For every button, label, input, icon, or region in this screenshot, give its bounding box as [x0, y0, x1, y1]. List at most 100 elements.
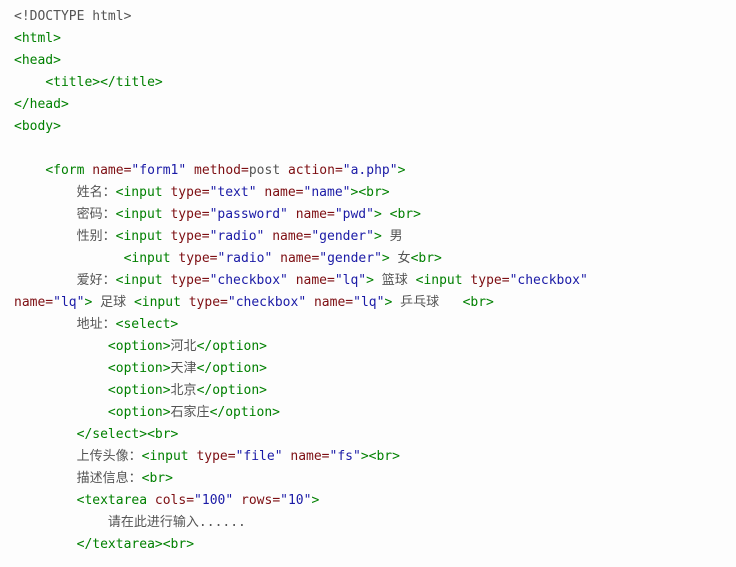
attr-method: method=	[194, 163, 249, 178]
br-tag: <br>	[147, 427, 178, 442]
label-name: 姓名：	[77, 185, 116, 200]
attr-val: "name"	[304, 185, 351, 200]
attr-name: name=	[280, 251, 319, 266]
code-block: <!DOCTYPE html> <html> <head> <title></t…	[14, 6, 722, 556]
attr-val: "checkbox"	[228, 295, 306, 310]
title-close: </title>	[100, 75, 163, 90]
tag-close: >	[311, 493, 319, 508]
textarea-open: <textarea	[77, 493, 147, 508]
attr-type: type=	[178, 251, 217, 266]
attr-action: action=	[288, 163, 343, 178]
input-tag: <input	[124, 251, 171, 266]
attr-val: "lq"	[353, 295, 384, 310]
option-open: <option>	[108, 361, 171, 376]
input-tag: <input	[134, 295, 181, 310]
input-tag: <input	[416, 273, 463, 288]
attr-val: "radio"	[210, 229, 265, 244]
label-hobby: 爱好：	[77, 273, 116, 288]
attr-val: "checkbox"	[210, 273, 288, 288]
label-gender: 性别：	[77, 229, 116, 244]
attr-type: type=	[170, 229, 209, 244]
tag-close: >	[374, 229, 382, 244]
input-tag: <input	[116, 273, 163, 288]
select-open: <select>	[116, 317, 179, 332]
attr-val: "a.php"	[343, 163, 398, 178]
attr-val: "password"	[210, 207, 288, 222]
head-open: <head>	[14, 53, 61, 68]
attr-cols: cols=	[155, 493, 194, 508]
text-male: 男	[382, 229, 403, 244]
attr-val: "file"	[236, 449, 283, 464]
option-beijing: 北京	[171, 383, 197, 398]
html-open: <html>	[14, 31, 61, 46]
textarea-close: </textarea>	[77, 537, 163, 552]
attr-type: type=	[189, 295, 228, 310]
attr-type: type=	[196, 449, 235, 464]
head-close: </head>	[14, 97, 69, 112]
option-hebei: 河北	[171, 339, 197, 354]
attr-type: type=	[470, 273, 509, 288]
label-desc: 描述信息：	[77, 471, 142, 486]
title-open: <title>	[45, 75, 100, 90]
attr-val: "text"	[210, 185, 257, 200]
tag-close: >	[382, 251, 390, 266]
option-open: <option>	[108, 339, 171, 354]
attr-rows: rows=	[241, 493, 280, 508]
attr-name: name=	[92, 163, 131, 178]
form-open-close: >	[398, 163, 406, 178]
attr-val-bare: post	[249, 163, 280, 178]
br-tag: <br>	[142, 471, 173, 486]
attr-val: "radio"	[218, 251, 273, 266]
textarea-placeholder: 请在此进行输入......	[108, 515, 246, 530]
tag-close: >	[366, 273, 374, 288]
doctype-line: <!DOCTYPE html>	[14, 9, 131, 24]
br-tag: <br>	[163, 537, 194, 552]
attr-val: "pwd"	[335, 207, 374, 222]
attr-name: name=	[272, 229, 311, 244]
option-open: <option>	[108, 405, 171, 420]
form-open-tag: <form	[45, 163, 84, 178]
option-close: </option>	[197, 339, 267, 354]
attr-val: "10"	[280, 493, 311, 508]
attr-name: name=	[264, 185, 303, 200]
br-tag: <br>	[390, 207, 421, 222]
br-tag: <br>	[463, 295, 494, 310]
attr-val: "gender"	[311, 229, 374, 244]
br-tag: <br>	[358, 185, 389, 200]
tag-close: >	[374, 207, 382, 222]
attr-name: name=	[296, 207, 335, 222]
option-close: </option>	[210, 405, 280, 420]
attr-type: type=	[170, 207, 209, 222]
text-football: 足球	[92, 295, 134, 310]
attr-val: "fs"	[330, 449, 361, 464]
select-close: </select>	[77, 427, 147, 442]
input-tag: <input	[116, 229, 163, 244]
option-open: <option>	[108, 383, 171, 398]
option-shijiazhuang: 石家庄	[171, 405, 210, 420]
text-female: 女	[390, 251, 411, 266]
attr-type: type=	[170, 273, 209, 288]
text-pingpong: 乒乓球	[392, 295, 462, 310]
attr-name: name=	[290, 449, 329, 464]
body-open: <body>	[14, 119, 61, 134]
attr-name: name=	[314, 295, 353, 310]
attr-val: "checkbox"	[510, 273, 588, 288]
input-tag: <input	[116, 185, 163, 200]
attr-val: "100"	[194, 493, 233, 508]
option-close: </option>	[197, 361, 267, 376]
br-tag: <br>	[411, 251, 442, 266]
attr-val: "gender"	[319, 251, 382, 266]
attr-val: "lq"	[53, 295, 84, 310]
input-tag: <input	[142, 449, 189, 464]
option-tianjin: 天津	[171, 361, 197, 376]
label-address: 地址：	[77, 317, 116, 332]
attr-val: "form1"	[131, 163, 186, 178]
attr-name: name=	[296, 273, 335, 288]
input-tag: <input	[116, 207, 163, 222]
option-close: </option>	[197, 383, 267, 398]
attr-name: name=	[14, 295, 53, 310]
label-avatar: 上传头像：	[77, 449, 142, 464]
attr-val: "lq"	[335, 273, 366, 288]
text-basketball: 篮球	[374, 273, 416, 288]
tag-close: >	[361, 449, 369, 464]
